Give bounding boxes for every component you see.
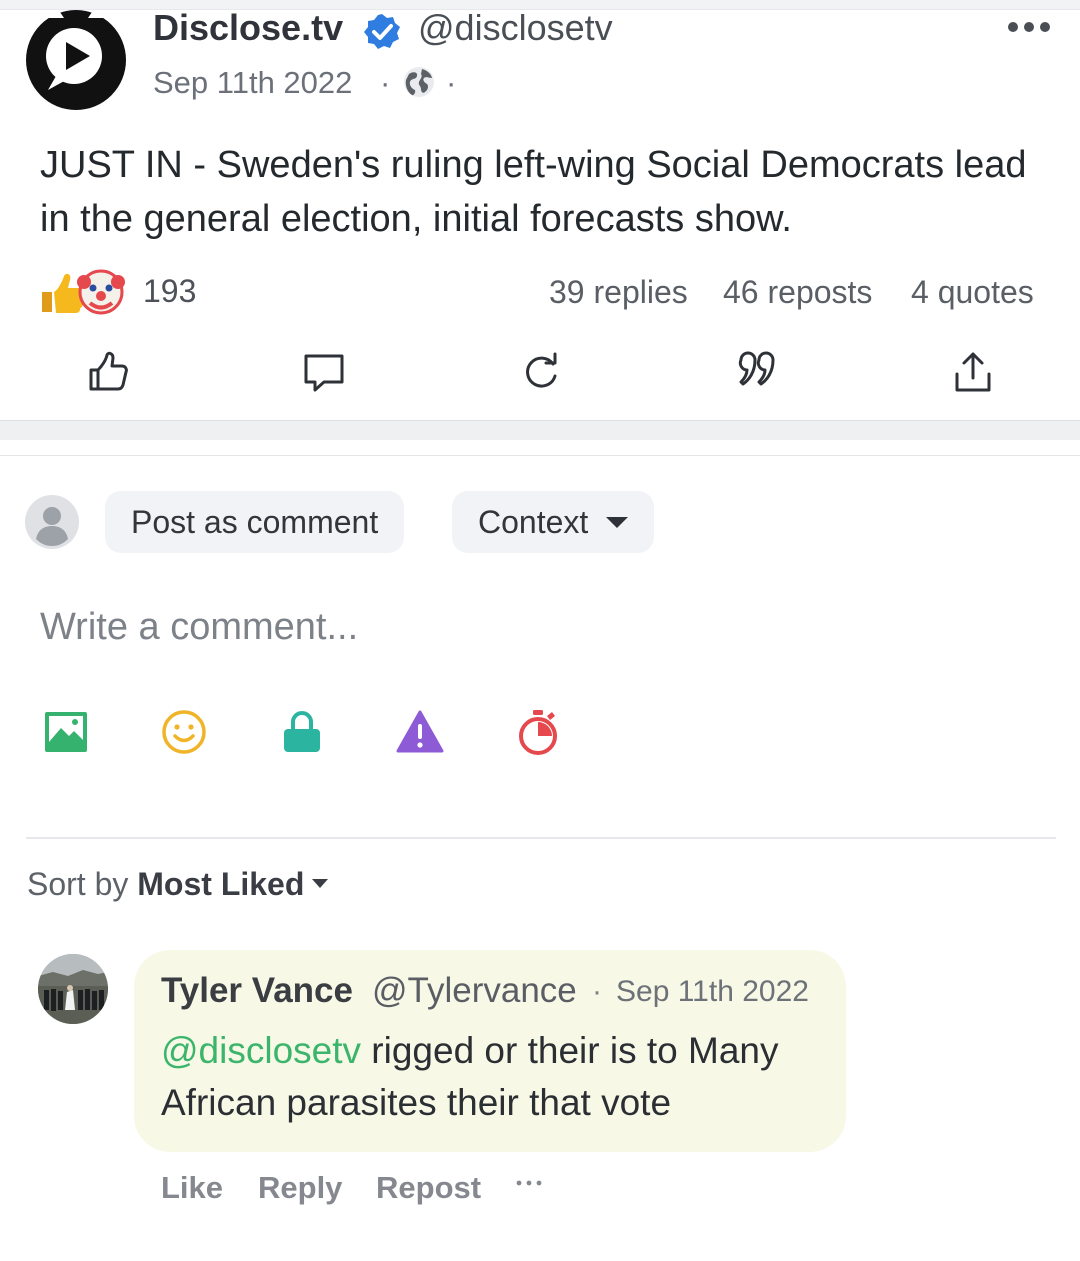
mention-link[interactable]: @disclosetv	[161, 1030, 361, 1071]
post-as-comment-label: Post as comment	[131, 504, 379, 540]
context-dropdown[interactable]: Context	[452, 491, 655, 553]
comment-icon[interactable]	[302, 350, 346, 394]
sort-prefix: Sort by	[27, 866, 129, 902]
author-name[interactable]: Disclose.tv	[153, 10, 343, 46]
post-date: Sep 11th 2022	[153, 65, 353, 100]
separator-dot: ·	[380, 65, 391, 100]
replies-count[interactable]: 39 replies	[549, 274, 688, 311]
image-icon[interactable]	[42, 708, 90, 756]
comment-more-icon[interactable]	[514, 1176, 544, 1190]
share-icon[interactable]	[951, 350, 995, 394]
comment-input[interactable]	[40, 602, 940, 652]
emoji-icon[interactable]	[160, 708, 208, 756]
reactions-icons[interactable]	[38, 268, 128, 318]
comment-text: @disclosetv rigged or their is to Many A…	[161, 1025, 831, 1129]
disclose-tv-avatar[interactable]	[26, 10, 126, 110]
caret-down-icon	[606, 517, 629, 529]
separator-dot: ·	[592, 975, 602, 1008]
reaction-count[interactable]: 193	[143, 273, 196, 310]
section-divider	[0, 440, 1080, 456]
commenter-name[interactable]: Tyler Vance	[161, 971, 353, 1011]
post-card: Disclose.tv @disclosetv Sep 11th 2022 · …	[0, 10, 1080, 422]
like-icon[interactable]	[86, 350, 130, 394]
repost-icon[interactable]	[519, 350, 563, 394]
comment-reply-button[interactable]: Reply	[258, 1170, 342, 1206]
section-divider	[0, 420, 1080, 440]
post-text: JUST IN - Sweden's ruling left-wing Soci…	[40, 144, 1027, 240]
commenter-avatar[interactable]	[38, 954, 108, 1024]
lock-icon[interactable]	[278, 708, 326, 756]
verified-badge-icon	[364, 14, 400, 49]
clown-emoji-icon	[77, 269, 125, 315]
caret-down-icon	[312, 879, 329, 889]
sort-value: Most Liked	[137, 866, 305, 902]
comment-repost-button[interactable]: Repost	[376, 1170, 481, 1206]
timer-icon[interactable]	[514, 708, 562, 756]
sort-dropdown[interactable]: Sort by Most Liked	[27, 866, 329, 903]
globe-icon	[404, 67, 434, 97]
warning-icon[interactable]	[396, 708, 444, 756]
author-handle[interactable]: @disclosetv	[418, 10, 613, 46]
comment-like-button[interactable]: Like	[161, 1170, 223, 1206]
post-as-comment-button[interactable]: Post as comment	[105, 491, 405, 553]
more-options-icon[interactable]	[1004, 16, 1054, 38]
comment-date: Sep 11th 2022	[616, 975, 809, 1008]
user-avatar-placeholder-icon	[25, 495, 79, 549]
quotes-count[interactable]: 4 quotes	[911, 274, 1034, 311]
quote-icon[interactable]	[735, 350, 779, 394]
reposts-count[interactable]: 46 reposts	[723, 274, 872, 311]
commenter-handle[interactable]: @Tylervance	[372, 971, 577, 1011]
composer-divider	[26, 837, 1056, 839]
separator-dot: ·	[446, 65, 457, 100]
context-label: Context	[478, 504, 589, 540]
